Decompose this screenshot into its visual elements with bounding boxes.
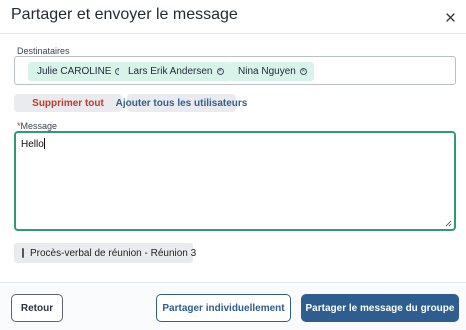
share-group-message-button[interactable]: Partager le message du groupe <box>301 294 459 322</box>
remove-all-button[interactable]: Supprimer tout <box>14 94 122 112</box>
recipient-chip[interactable]: Nina Nguyen ✕ <box>229 62 314 81</box>
dialog-title: Partager et envoyer le message <box>11 6 238 23</box>
message-text: Hello <box>21 139 44 150</box>
recipient-chip-name: Julie CAROLINE <box>37 66 112 77</box>
text-cursor <box>43 138 45 149</box>
message-label: *Message <box>17 121 57 131</box>
dialog-header: Partager et envoyer le message <box>0 0 466 34</box>
message-textarea[interactable]: Hello <box>14 131 456 231</box>
message-label-text: Message <box>20 121 58 131</box>
recipient-chip-name: Lars Erik Andersen <box>128 66 213 77</box>
close-icon[interactable] <box>440 7 460 27</box>
add-all-users-button[interactable]: Ajouter tous les utilisateurs <box>116 94 247 112</box>
recipient-chip-name: Nina Nguyen <box>238 66 296 77</box>
document-icon <box>22 248 24 258</box>
attachment-chip[interactable]: Procès-verbal de réunion - Réunion 3 <box>14 243 197 263</box>
remove-chip-icon[interactable]: ✕ <box>299 68 307 75</box>
recipients-field[interactable]: Julie CAROLINE ✕ Lars Erik Andersen ✕ Ni… <box>14 56 456 85</box>
recipients-label: Destinataires <box>17 46 70 56</box>
recipient-chip[interactable]: Julie CAROLINE ✕ <box>28 62 130 81</box>
attachment-label: Procès-verbal de réunion - Réunion 3 <box>30 247 197 259</box>
share-dialog: Partager et envoyer le message Destinata… <box>0 0 466 330</box>
share-individually-button[interactable]: Partager individuellement <box>156 294 291 322</box>
recipient-chip[interactable]: Lars Erik Andersen ✕ <box>119 62 231 81</box>
dialog-footer: Retour Partager individuellement Partage… <box>0 282 466 330</box>
back-button[interactable]: Retour <box>11 294 63 322</box>
remove-chip-icon[interactable]: ✕ <box>216 68 224 75</box>
resize-handle-icon[interactable] <box>445 220 452 227</box>
